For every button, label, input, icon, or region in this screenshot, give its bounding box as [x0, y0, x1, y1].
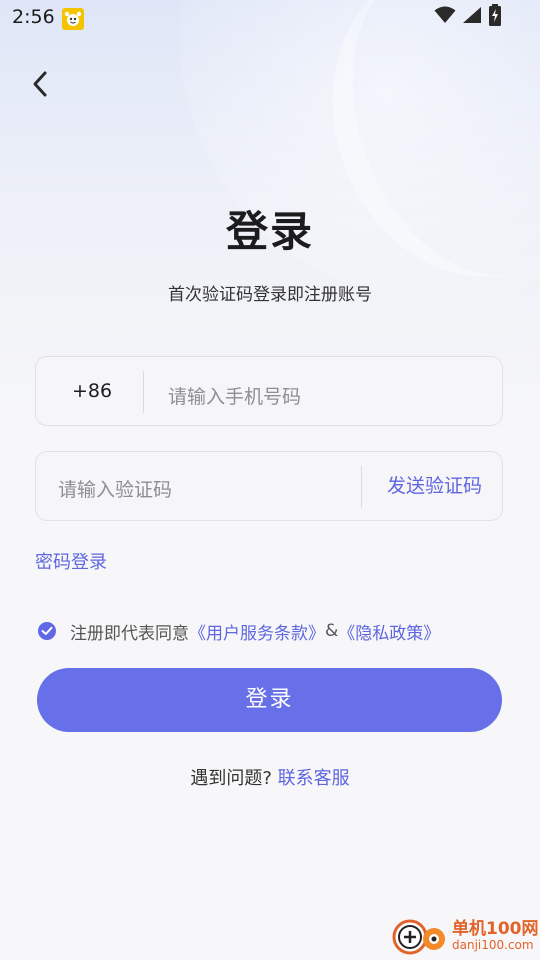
status-icons: [434, 4, 502, 30]
cellular-signal-icon: [462, 6, 482, 28]
notification-app-icon: [62, 8, 84, 30]
phone-input[interactable]: [168, 363, 488, 431]
wifi-icon: [434, 6, 456, 28]
status-bar: 2:56: [0, 0, 540, 36]
watermark: 单机100网 danji100.com: [390, 916, 539, 956]
status-time: 2:56: [12, 6, 55, 28]
agreement-row: 注册即代表同意 《用户服务条款》 & 《隐私政策》: [38, 618, 440, 644]
watermark-en: danji100.com: [452, 937, 534, 952]
terms-link[interactable]: 《用户服务条款》: [189, 619, 325, 644]
password-login-link[interactable]: 密码登录: [35, 548, 107, 574]
chevron-left-icon: [33, 71, 47, 97]
page-subtitle: 首次验证码登录即注册账号: [168, 285, 372, 305]
watermark-cn: 单机100网: [452, 918, 539, 939]
contact-support-link[interactable]: 联系客服: [278, 768, 350, 789]
agreement-prefix: 注册即代表同意: [70, 623, 189, 644]
help-question: 遇到问题?: [190, 768, 272, 789]
send-code-button[interactable]: 发送验证码: [387, 452, 482, 520]
country-code-selector[interactable]: +86: [72, 357, 112, 425]
watermark-logo-icon: [390, 916, 450, 956]
verification-code-field: 发送验证码: [35, 451, 503, 524]
battery-charging-icon: [488, 4, 502, 30]
agreement-connector: &: [325, 621, 339, 641]
privacy-link[interactable]: 《隐私政策》: [338, 619, 440, 644]
phone-field: +86: [35, 356, 503, 431]
agreement-checkbox[interactable]: [38, 622, 56, 640]
help-row: 遇到问题? 联系客服: [0, 764, 540, 790]
back-button[interactable]: [22, 66, 58, 102]
verification-code-input[interactable]: [58, 456, 358, 524]
field-divider: [143, 371, 144, 413]
page-title: 登录: [225, 207, 314, 256]
login-button[interactable]: 登录: [37, 668, 502, 732]
check-icon: [41, 626, 53, 635]
field-divider: [361, 466, 362, 508]
